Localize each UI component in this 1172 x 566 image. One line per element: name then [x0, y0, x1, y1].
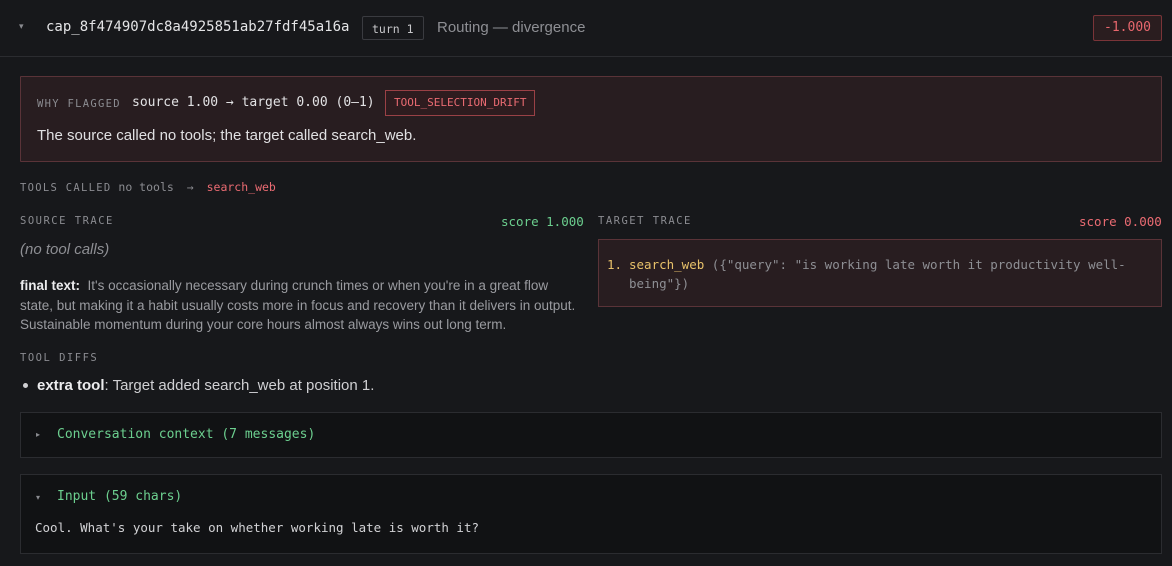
bullet-icon [23, 382, 28, 388]
tool-call-args: ({"query": "is working late worth it pro… [629, 257, 1126, 291]
source-tools: no tools [118, 180, 174, 194]
no-tool-calls: (no tool calls) [20, 241, 110, 258]
tools-called-label: TOOLS CALLED [20, 182, 112, 194]
why-flagged-label: WHY FLAGGED [37, 98, 121, 110]
tool-call-name: search_web [629, 257, 705, 272]
source-final-text: final text: It's occasionally necessary … [20, 276, 580, 335]
chevron-down-icon[interactable]: ▾ [19, 21, 24, 32]
target-trace-box: 1. search_web ({"query": "is working lat… [598, 239, 1162, 307]
tool-diffs-label: TOOL DIFFS [20, 352, 99, 364]
score-summary: source 1.00 → target 0.00 (0–1) [132, 95, 375, 110]
conversation-context-panel[interactable]: ▸ Conversation context (7 messages) [20, 412, 1162, 458]
capture-header[interactable]: ▾ cap_8f474907dc8a4925851ab27fdf45a16a t… [0, 0, 1172, 57]
input-panel[interactable]: ▾ Input (59 chars) Cool. What's your tak… [20, 474, 1162, 554]
tool-call-number: 1. [607, 257, 623, 272]
capture-id: cap_8f474907dc8a4925851ab27fdf45a16a [46, 19, 350, 35]
target-score: score 0.000 [1079, 214, 1162, 229]
diff-kind: extra tool [37, 377, 105, 394]
target-tools: search_web [206, 180, 276, 194]
chevron-right-icon[interactable]: ▸ [36, 430, 40, 439]
diff-text: : Target added search_web at position 1. [104, 377, 375, 394]
why-flagged-box: WHY FLAGGED source 1.00 → target 0.00 (0… [20, 76, 1162, 162]
input-toggle[interactable]: Input (59 chars) [57, 489, 182, 504]
turn-badge: turn 1 [362, 16, 424, 40]
source-trace-label: SOURCE TRACE [20, 215, 114, 227]
target-trace-label: TARGET TRACE [598, 215, 692, 227]
score-badge: -1.000 [1093, 15, 1162, 41]
tool-diff-item: extra tool: Target added search_web at p… [20, 377, 374, 394]
flag-explanation: The source called no tools; the target c… [37, 127, 417, 144]
route-label: Routing — divergence [437, 19, 586, 36]
tools-called-row: TOOLS CALLED no tools → search_web [20, 180, 276, 194]
input-text: Cool. What's your take on whether workin… [35, 520, 480, 535]
arrow-icon: → [186, 180, 194, 194]
conversation-context-toggle[interactable]: Conversation context (7 messages) [57, 427, 315, 442]
final-text-body: It's occasionally necessary during crunc… [20, 278, 576, 332]
source-score: score 1.000 [501, 214, 584, 229]
tool-call-item: 1. search_web ({"query": "is working lat… [607, 255, 1147, 293]
chevron-down-icon[interactable]: ▾ [36, 493, 40, 502]
final-text-label: final text: [20, 278, 81, 293]
drift-tag: TOOL_SELECTION_DRIFT [385, 90, 536, 116]
